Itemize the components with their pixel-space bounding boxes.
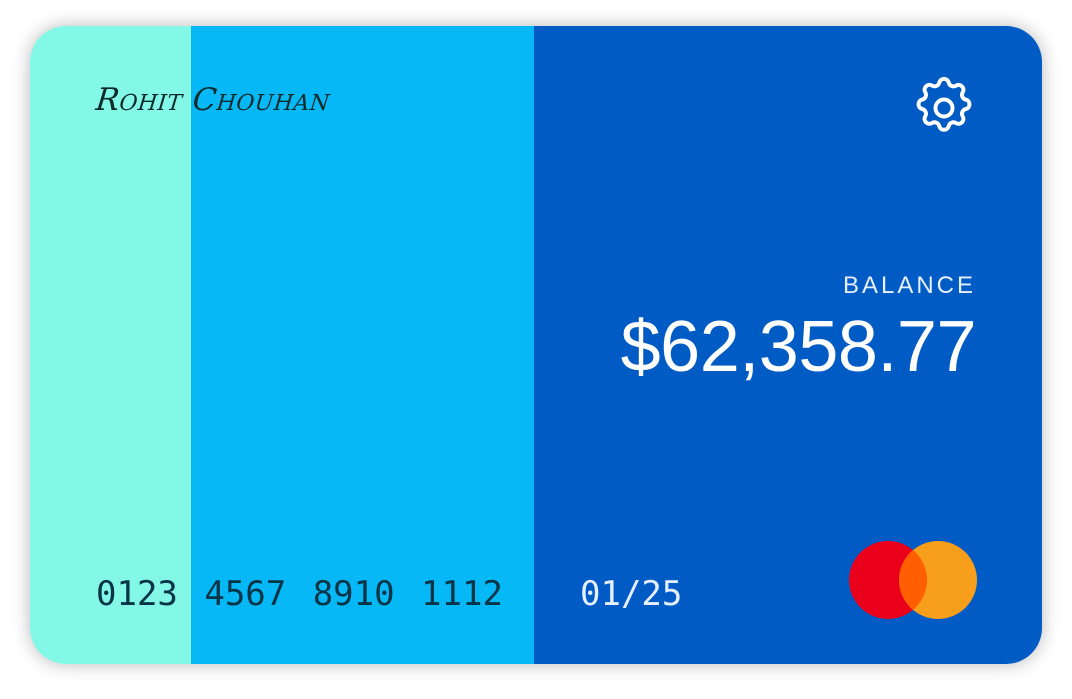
mastercard-logo — [849, 541, 977, 619]
card-number: 0123 4567 8910 1112 — [96, 574, 503, 614]
settings-button[interactable] — [910, 74, 978, 142]
card-stripe-middle — [191, 26, 534, 664]
credit-card: Rohit Chouhan BALANCE $62,358.77 0123 45… — [30, 26, 1042, 664]
balance-amount: $62,358.77 — [620, 307, 977, 387]
card-holder-name: Rohit Chouhan — [94, 82, 332, 118]
balance-label: BALANCE — [842, 272, 976, 299]
gear-icon — [916, 76, 972, 132]
card-expiry: 01/25 — [580, 574, 683, 614]
card-stripe-left — [30, 26, 191, 664]
